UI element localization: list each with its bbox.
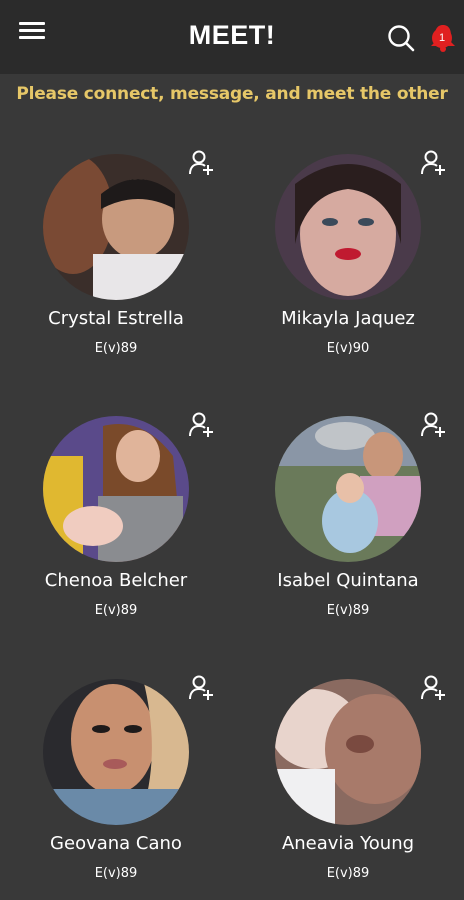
profile-ev-score: E(v)89 xyxy=(94,603,138,618)
search-icon[interactable] xyxy=(386,23,416,53)
add-friend-icon[interactable] xyxy=(420,148,448,176)
profile-name: Chenoa Belcher xyxy=(44,570,188,591)
profile-name: Aneavia Young xyxy=(281,833,415,854)
profile-photo[interactable] xyxy=(275,154,421,300)
top-app-bar: MEET! 1 xyxy=(0,0,464,74)
profile-card[interactable]: Mikayla Jaquez E(v)90 xyxy=(232,140,464,402)
profile-name: Isabel Quintana xyxy=(277,570,419,591)
profile-card[interactable]: Isabel Quintana E(v)89 xyxy=(232,402,464,664)
profile-card[interactable]: Crystal Estrella E(v)89 xyxy=(0,140,232,402)
profile-photo[interactable] xyxy=(275,416,421,562)
profile-card[interactable]: Geovana Cano E(v)89 xyxy=(0,665,232,900)
add-friend-icon[interactable] xyxy=(188,673,216,701)
add-friend-icon[interactable] xyxy=(188,148,216,176)
add-friend-icon[interactable] xyxy=(188,410,216,438)
profile-ev-score: E(v)89 xyxy=(326,866,370,881)
add-friend-icon[interactable] xyxy=(420,673,448,701)
add-friend-icon[interactable] xyxy=(420,410,448,438)
profile-ev-score: E(v)90 xyxy=(326,341,370,356)
profile-name: Geovana Cano xyxy=(50,833,182,854)
profile-card[interactable]: Chenoa Belcher E(v)89 xyxy=(0,402,232,664)
profile-photo[interactable] xyxy=(43,154,189,300)
notification-badge: 1 xyxy=(432,28,452,48)
profile-ev-score: E(v)89 xyxy=(94,866,138,881)
info-banner: Please connect, message, and meet the ot… xyxy=(16,84,448,104)
profile-name: Crystal Estrella xyxy=(48,308,184,329)
profile-photo[interactable] xyxy=(43,679,189,825)
profile-name: Mikayla Jaquez xyxy=(281,308,415,329)
profile-photo[interactable] xyxy=(43,416,189,562)
profile-photo[interactable] xyxy=(275,679,421,825)
profile-card[interactable]: Aneavia Young E(v)89 xyxy=(232,665,464,900)
profile-ev-score: E(v)89 xyxy=(326,603,370,618)
profile-ev-score: E(v)89 xyxy=(94,341,138,356)
